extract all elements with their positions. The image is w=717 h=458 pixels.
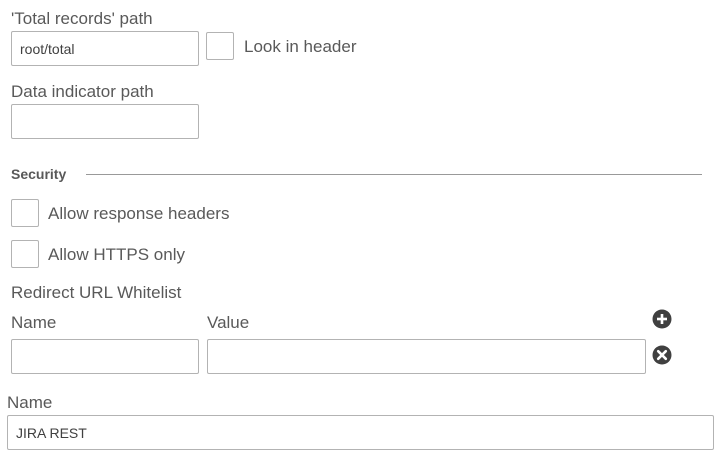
total-records-path-input[interactable] (11, 31, 199, 66)
connection-name-input[interactable] (7, 415, 714, 450)
data-indicator-path-input[interactable] (11, 104, 199, 139)
allow-https-only-checkbox[interactable] (11, 240, 39, 268)
data-indicator-label: Data indicator path (11, 82, 154, 101)
connection-name-label: Name (7, 393, 53, 412)
whitelist-title: Redirect URL Whitelist (11, 283, 182, 302)
close-circle-icon[interactable] (652, 345, 672, 365)
allow-https-only-label: Allow HTTPS only (48, 245, 185, 264)
rest-connector-settings: 'Total records' path Look in header Data… (0, 0, 717, 458)
whitelist-name-header: Name (11, 313, 57, 332)
whitelist-value-input[interactable] (207, 339, 646, 374)
allow-response-headers-checkbox[interactable] (11, 199, 39, 227)
security-section-title: Security (11, 166, 67, 182)
whitelist-value-header: Value (207, 313, 250, 332)
allow-response-headers-label: Allow response headers (48, 204, 230, 223)
plus-circle-icon[interactable] (652, 309, 672, 329)
security-divider (86, 174, 702, 175)
whitelist-name-input[interactable] (11, 339, 199, 374)
total-records-label: 'Total records' path (11, 9, 153, 28)
look-in-header-label: Look in header (244, 37, 357, 56)
look-in-header-checkbox[interactable] (206, 32, 234, 60)
